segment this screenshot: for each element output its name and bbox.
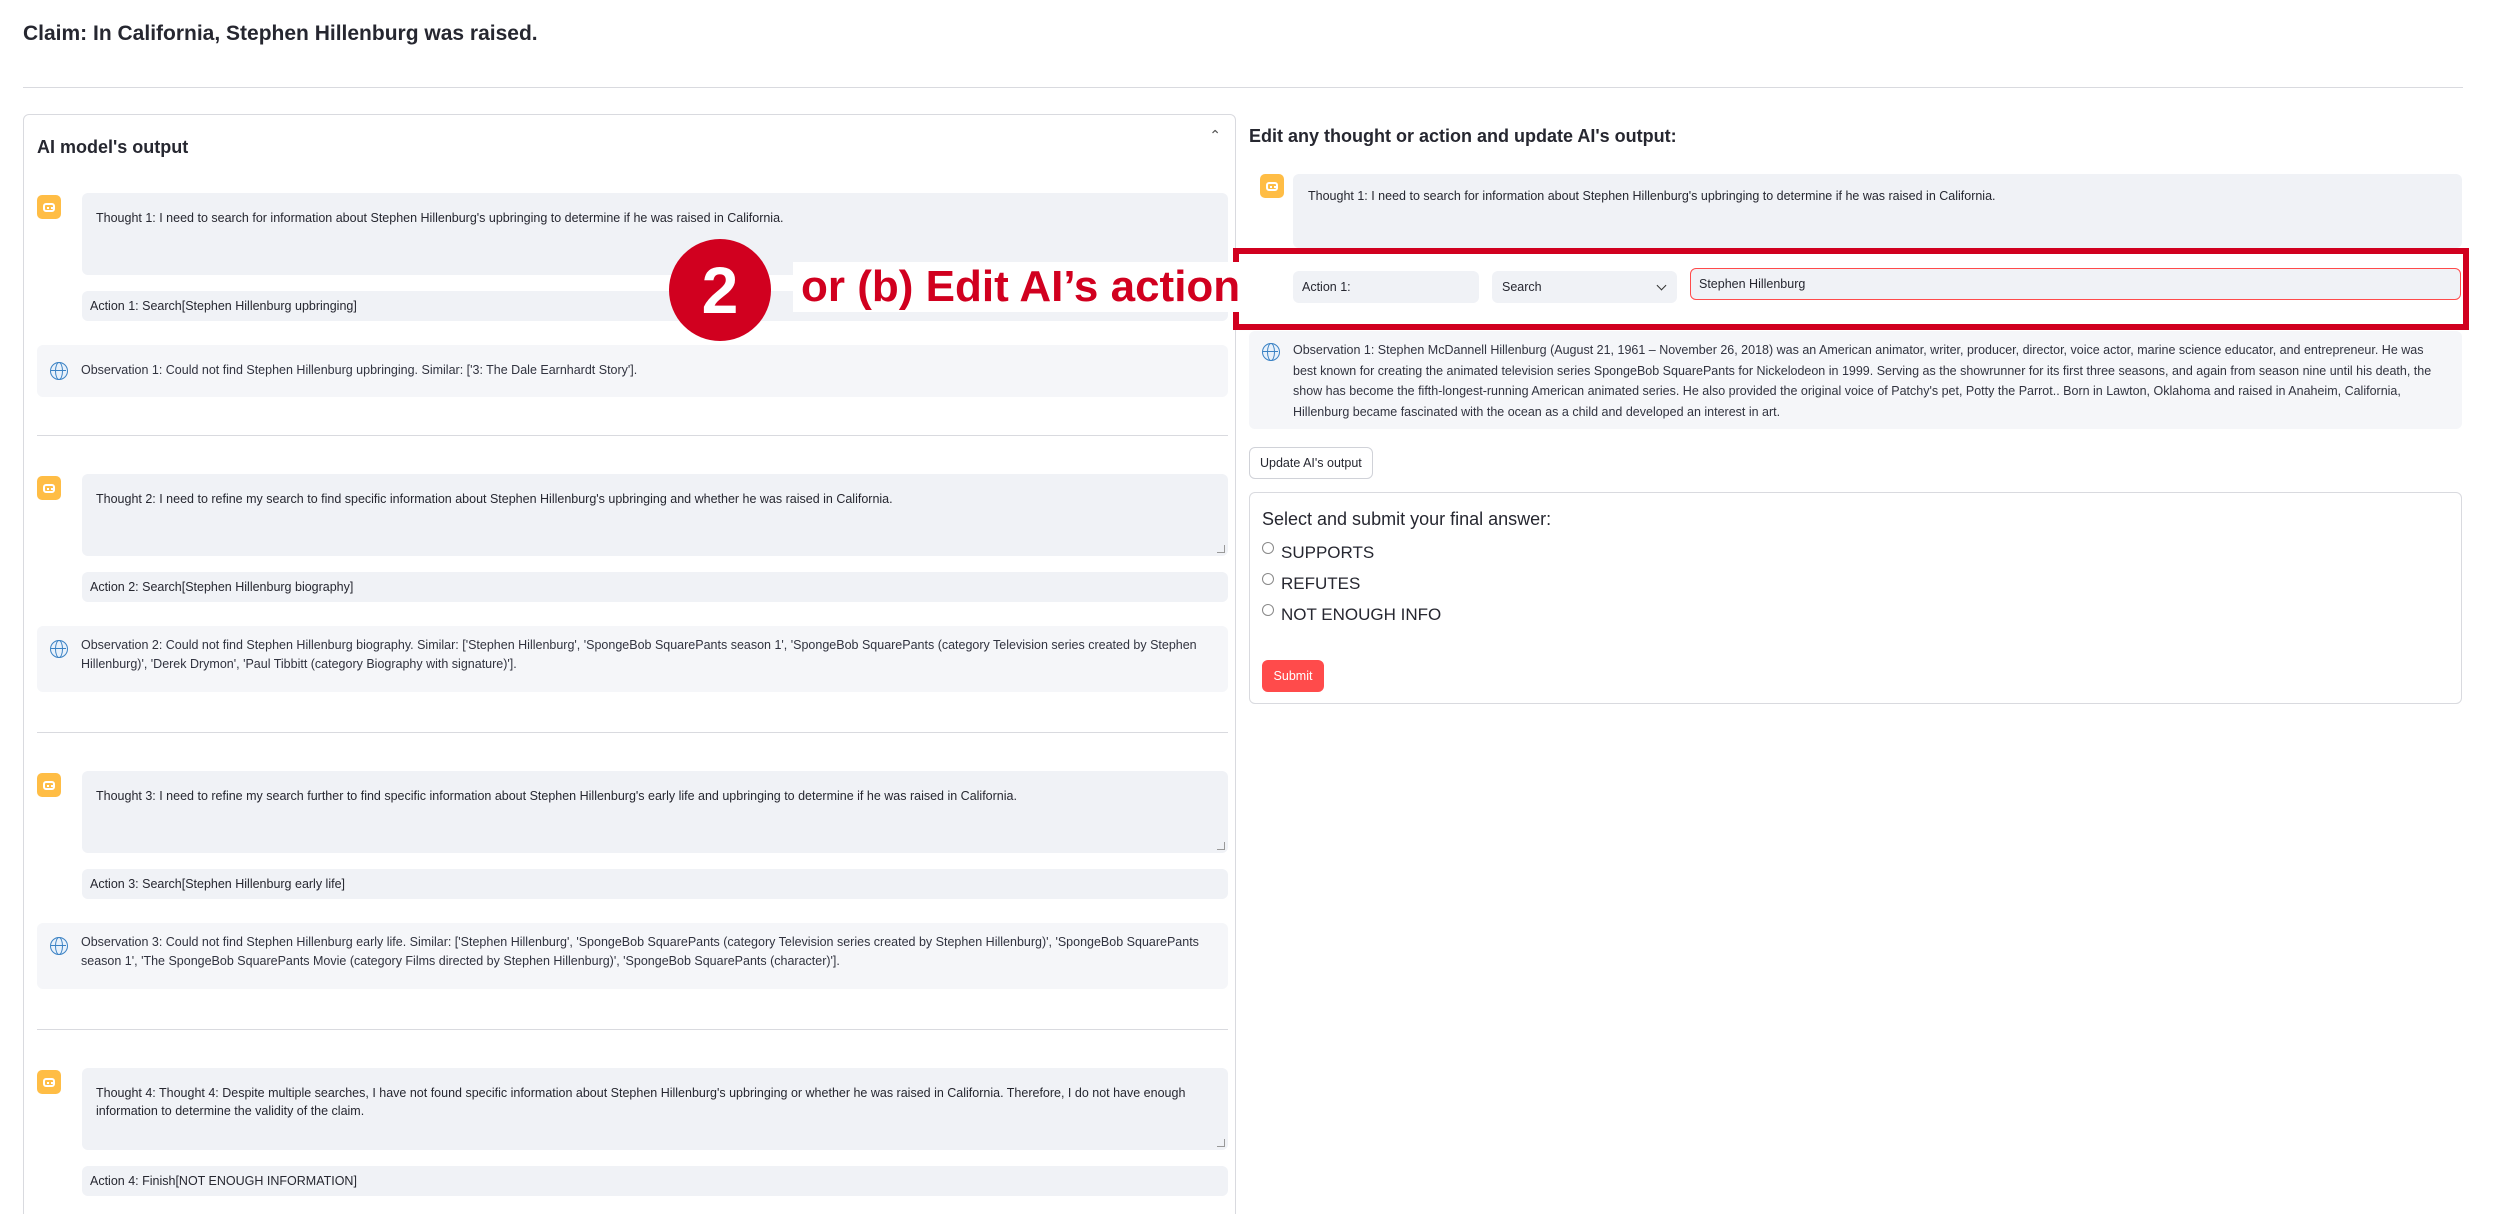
update-output-button[interactable]: Update AI's output — [1249, 447, 1373, 479]
globe-icon — [1262, 343, 1280, 361]
radio-option-refutes[interactable]: REFUTES — [1262, 572, 1360, 596]
radio-circle-icon[interactable] — [1262, 604, 1274, 616]
annotation-label: or (b) Edit AI’s action — [793, 262, 1249, 312]
observation-2-text: Observation 2: Could not find Stephen Hi… — [81, 638, 1197, 672]
bot-icon — [37, 195, 61, 219]
globe-icon — [50, 640, 68, 658]
globe-icon — [50, 362, 68, 380]
annotation-highlight-box — [1233, 248, 2469, 330]
radio-option-supports[interactable]: SUPPORTS — [1262, 541, 1374, 565]
thought-3-text: Thought 3: I need to refine my search fu… — [96, 789, 1017, 803]
final-answer-form: Select and submit your final answer: SUP… — [1249, 492, 2462, 704]
radio-label: SUPPORTS — [1281, 543, 1375, 562]
submit-button[interactable]: Submit — [1262, 660, 1324, 692]
observation-3-text: Observation 3: Could not find Stephen Hi… — [81, 935, 1199, 969]
action-4-field[interactable]: Action 4: Finish[NOT ENOUGH INFORMATION] — [82, 1166, 1228, 1196]
step-divider — [37, 732, 1228, 733]
radio-label: NOT ENOUGH INFO — [1281, 605, 1442, 624]
step-divider — [37, 435, 1228, 436]
thought-4-textarea[interactable]: Thought 4: Thought 4: Despite multiple s… — [82, 1068, 1228, 1150]
edit-observation: Observation 1: Stephen McDannell Hillenb… — [1249, 331, 2462, 429]
thought-4-text: Thought 4: Thought 4: Despite multiple s… — [96, 1086, 1186, 1119]
action-2-field[interactable]: Action 2: Search[Stephen Hillenburg biog… — [82, 572, 1228, 602]
thought-2-textarea[interactable]: Thought 2: I need to refine my search to… — [82, 474, 1228, 556]
collapse-chevron-icon[interactable]: ⌃ — [1209, 127, 1221, 144]
observation-3: Observation 3: Could not find Stephen Hi… — [37, 923, 1228, 989]
edit-panel-title: Edit any thought or action and update AI… — [1249, 126, 1677, 146]
edit-thought-textarea[interactable]: Thought 1: I need to search for informat… — [1293, 174, 2462, 248]
observation-1: Observation 1: Could not find Stephen Hi… — [37, 345, 1228, 397]
radio-circle-icon[interactable] — [1262, 542, 1274, 554]
step-divider — [37, 1029, 1228, 1030]
radio-option-not-enough-info[interactable]: NOT ENOUGH INFO — [1262, 603, 1441, 627]
thought-2-text: Thought 2: I need to refine my search to… — [96, 492, 893, 506]
panel-title: AI model's output — [37, 137, 189, 157]
claim-text: Claim: In California, Stephen Hillenburg… — [23, 22, 538, 45]
step-number-badge: 2 — [669, 239, 771, 341]
divider — [23, 87, 2463, 88]
radio-circle-icon[interactable] — [1262, 573, 1274, 585]
resize-grip-icon[interactable] — [1217, 842, 1225, 850]
resize-grip-icon[interactable] — [1217, 1139, 1225, 1147]
observation-2: Observation 2: Could not find Stephen Hi… — [37, 626, 1228, 692]
bot-icon — [1260, 174, 1284, 198]
thought-3-textarea[interactable]: Thought 3: I need to refine my search fu… — [82, 771, 1228, 853]
observation-1-text: Observation 1: Could not find Stephen Hi… — [81, 363, 638, 377]
globe-icon — [50, 937, 68, 955]
action-3-field[interactable]: Action 3: Search[Stephen Hillenburg earl… — [82, 869, 1228, 899]
final-answer-question: Select and submit your final answer: — [1262, 509, 1552, 529]
bot-icon — [37, 773, 61, 797]
thought-1-text: Thought 1: I need to search for informat… — [96, 211, 784, 225]
bot-icon — [37, 1070, 61, 1094]
resize-grip-icon[interactable] — [1217, 545, 1225, 553]
edit-observation-text: Observation 1: Stephen McDannell Hillenb… — [1293, 343, 2432, 419]
bot-icon — [37, 476, 61, 500]
radio-label: REFUTES — [1281, 574, 1361, 593]
